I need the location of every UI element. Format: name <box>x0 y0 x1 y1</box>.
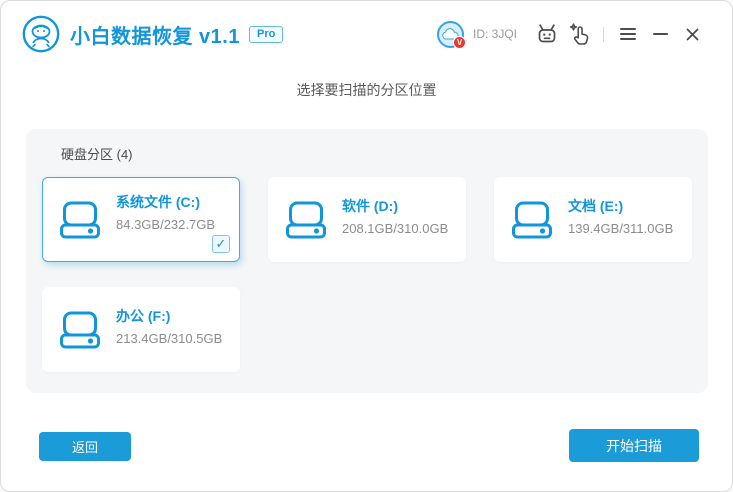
partition-card-d[interactable]: 软件 (D:) 208.1GB/310.0GB <box>268 177 466 262</box>
app-title: 小白数据恢复 v1.1 <box>70 20 240 49</box>
hard-drive-icon <box>58 310 102 350</box>
user-id: ID: 3JQI <box>473 27 517 41</box>
divider <box>603 27 604 42</box>
partition-capacity: 139.4GB/311.0GB <box>568 221 673 236</box>
partition-grid: 系统文件 (C:) 84.3GB/232.7GB ✓ 软件 (D:) 208.1… <box>42 177 692 372</box>
minimize-button[interactable] <box>647 21 673 47</box>
partition-panel: 硬盘分区 (4) 系统文件 (C:) 84.3GB/232.7GB ✓ <box>26 129 708 393</box>
user-avatar[interactable]: V <box>437 21 464 48</box>
robot-icon[interactable] <box>534 21 560 47</box>
partition-card-c[interactable]: 系统文件 (C:) 84.3GB/232.7GB ✓ <box>42 177 240 262</box>
pro-badge: Pro <box>249 26 283 43</box>
verified-badge: V <box>453 36 466 49</box>
tap-hand-icon[interactable] <box>566 21 592 47</box>
header-controls: V ID: 3JQI <box>437 21 708 48</box>
partition-capacity: 208.1GB/310.0GB <box>342 221 448 236</box>
page-title: 选择要扫描的分区位置 <box>1 80 732 100</box>
partition-card-f[interactable]: 办公 (F:) 213.4GB/310.5GB <box>42 287 240 372</box>
partition-name: 文档 (E:) <box>568 196 673 216</box>
header: 小白数据恢复 v1.1 Pro V ID: 3JQI <box>1 1 732 67</box>
start-scan-button[interactable]: 开始扫描 <box>569 429 699 462</box>
menu-icon[interactable] <box>615 21 641 47</box>
partition-name: 系统文件 (C:) <box>116 192 215 212</box>
partition-capacity: 213.4GB/310.5GB <box>116 331 222 346</box>
partition-section-label: 硬盘分区 (4) <box>61 145 692 164</box>
hard-drive-icon <box>510 200 554 240</box>
app-window: 小白数据恢复 v1.1 Pro V ID: 3JQI <box>0 0 733 492</box>
selected-checkbox[interactable]: ✓ <box>212 235 230 253</box>
hard-drive-icon <box>284 200 328 240</box>
partition-capacity: 84.3GB/232.7GB <box>116 217 215 232</box>
check-icon: ✓ <box>216 236 227 251</box>
hard-drive-icon <box>58 200 102 240</box>
partition-name: 办公 (F:) <box>116 306 222 326</box>
close-button[interactable] <box>679 21 705 47</box>
back-button[interactable]: 返回 <box>39 432 131 461</box>
partition-name: 软件 (D:) <box>342 196 448 216</box>
app-logo-icon <box>21 14 61 54</box>
partition-card-e[interactable]: 文档 (E:) 139.4GB/311.0GB <box>494 177 692 262</box>
